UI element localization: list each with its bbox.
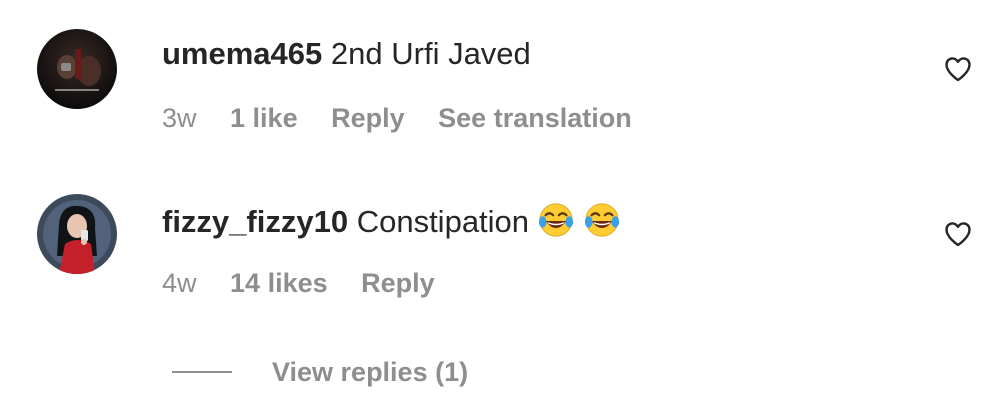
view-replies-label: View replies (1) — [272, 356, 469, 387]
comment-meta: 4w 14 likes Reply — [162, 267, 461, 299]
face-with-tears-of-joy-emoji-icon — [538, 203, 574, 237]
comment-item: umema465 2nd Urfi Javed 3w 1 like Reply … — [0, 0, 1006, 160]
avatar[interactable] — [37, 29, 117, 109]
comment-likes-count[interactable]: 1 like — [230, 103, 298, 133]
avatar[interactable] — [37, 194, 117, 274]
comment-timestamp[interactable]: 3w — [162, 103, 197, 133]
comment-timestamp[interactable]: 4w — [162, 268, 197, 298]
comment-item: fizzy_fizzy10 Constipation 4w 14 likes R… — [0, 165, 1006, 315]
comment-body: umema465 2nd Urfi Javed — [162, 35, 531, 73]
comment-text: 2nd Urfi Javed — [330, 36, 531, 71]
illustrated-girl-avatar-icon — [37, 194, 117, 274]
comment-likes-count[interactable]: 14 likes — [230, 268, 328, 298]
replies-divider — [172, 371, 232, 373]
reply-button[interactable]: Reply — [361, 268, 435, 298]
comment-meta: 3w 1 like Reply See translation — [162, 102, 658, 134]
comment-username[interactable]: fizzy_fizzy10 — [162, 204, 348, 239]
comment-body: fizzy_fizzy10 Constipation — [162, 201, 621, 241]
reply-button[interactable]: Reply — [331, 103, 405, 133]
comment-text: Constipation — [356, 204, 530, 239]
face-with-tears-of-joy-emoji-icon — [584, 203, 620, 237]
heart-outline-icon[interactable] — [944, 56, 972, 82]
heart-outline-icon[interactable] — [944, 221, 972, 247]
view-replies-button[interactable]: View replies (1) — [172, 352, 468, 392]
comment-username[interactable]: umema465 — [162, 36, 322, 71]
dark-photo-avatar-icon — [37, 29, 117, 109]
see-translation-button[interactable]: See translation — [438, 103, 632, 133]
